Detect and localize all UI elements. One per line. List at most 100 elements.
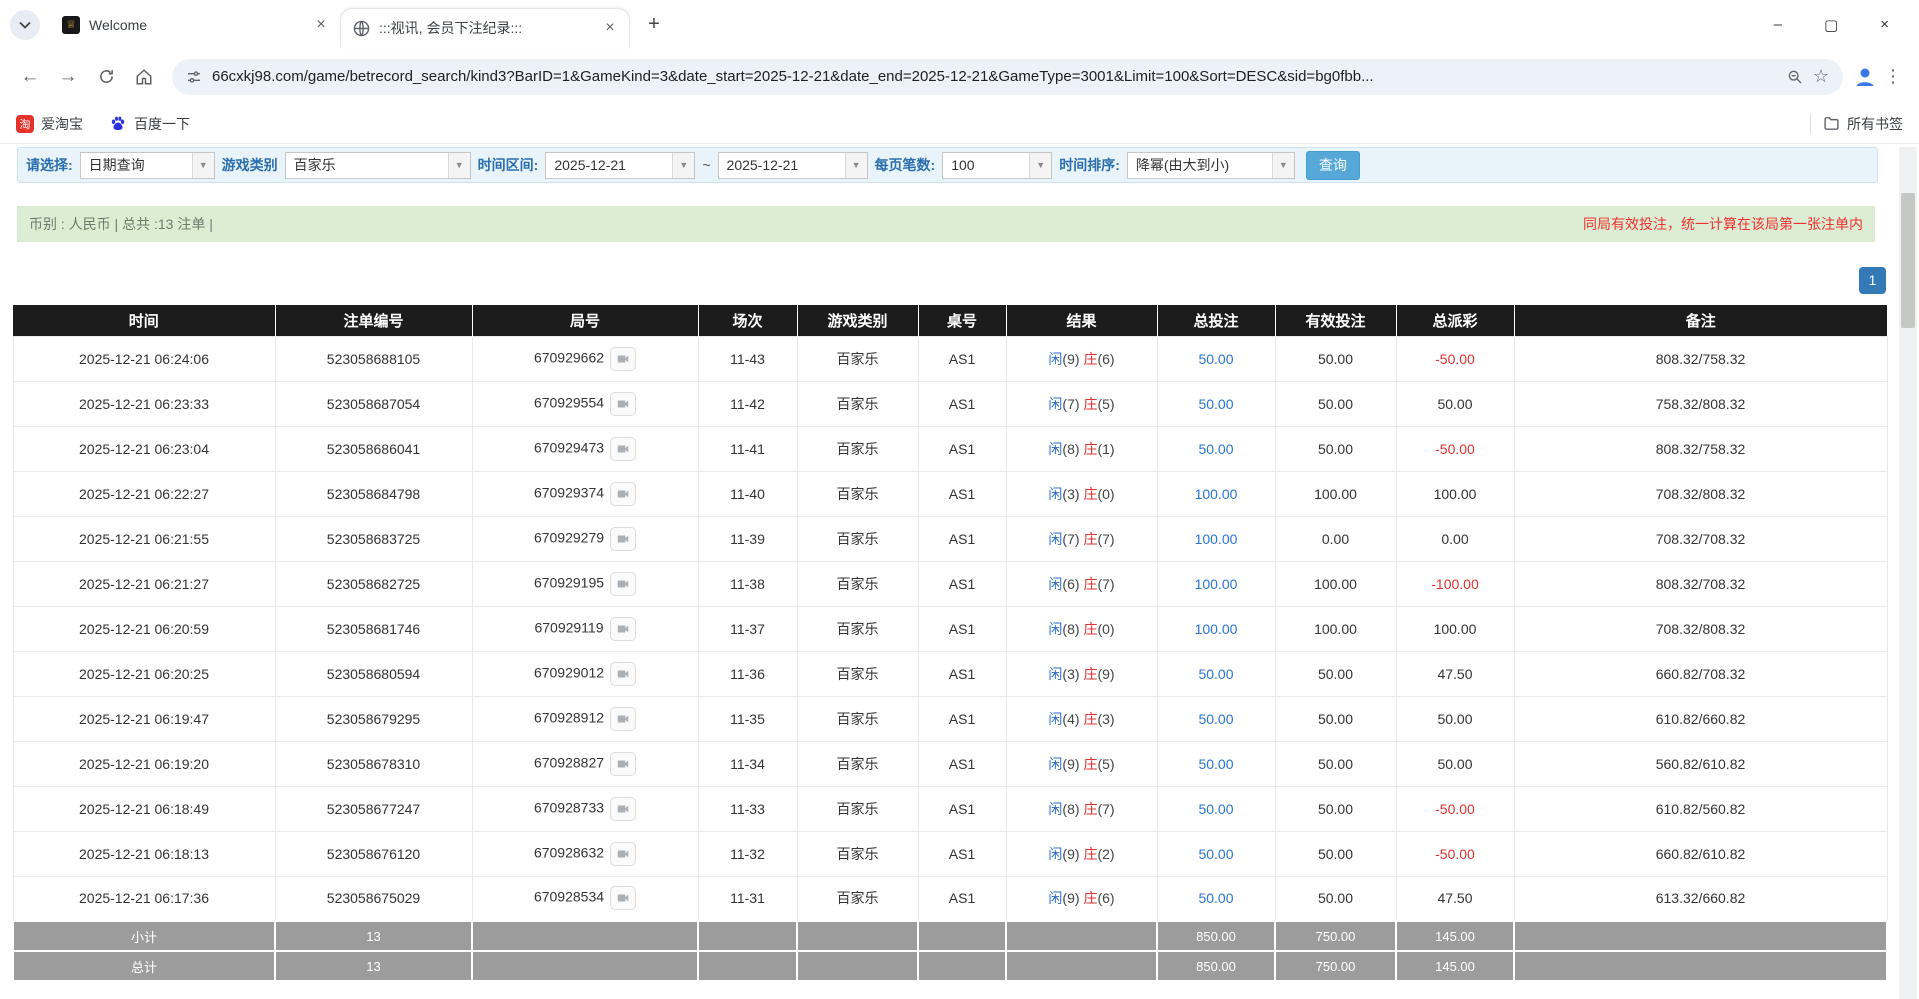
reload-button[interactable] [88,59,124,95]
cell-round: 670928912 [472,696,698,741]
cell-game-type: 百家乐 [797,561,918,606]
date-end-select[interactable]: 2025-12-21 ▼ [718,152,868,179]
cell-table-no: AS1 [918,336,1006,381]
cell-remark: 560.82/610.82 [1514,741,1887,786]
close-tab-icon[interactable]: × [312,16,330,34]
page-1-button[interactable]: 1 [1859,267,1886,294]
cell-valid-bet: 50.00 [1275,426,1396,471]
cell-remark: 660.82/610.82 [1514,831,1887,876]
round-video-icon[interactable] [610,392,636,416]
site-settings-icon[interactable] [186,69,202,85]
round-video-icon[interactable] [610,707,636,731]
cell-valid-bet: 50.00 [1275,741,1396,786]
taobao-icon: 淘 [16,115,34,133]
back-button[interactable]: ← [12,59,48,95]
game-type-label: 游戏类别 [222,155,278,175]
browser-menu-icon[interactable]: ⋮ [1879,66,1907,87]
table-row: 2025-12-21 06:19:20523058678310670928827… [13,741,1887,786]
cell-payout: 100.00 [1396,606,1514,651]
minimize-button[interactable]: – [1774,16,1782,34]
cell-remark: 808.32/708.32 [1514,561,1887,606]
sort-select[interactable]: 降幂(由大到小) ▼ [1127,152,1295,179]
bet-records-table: 时间 注单编号 局号 场次 游戏类别 桌号 结果 总投注 有效投注 总派彩 备注… [12,305,1888,982]
cell-session: 11-41 [698,426,797,471]
bookmark-baidu[interactable]: 百度一下 [109,114,190,134]
cell-session: 11-43 [698,336,797,381]
cell-game-type: 百家乐 [797,651,918,696]
cell-valid-bet: 50.00 [1275,381,1396,426]
close-window-button[interactable]: × [1880,16,1889,34]
round-video-icon[interactable] [610,482,636,506]
cell-valid-bet: 50.00 [1275,651,1396,696]
round-video-icon[interactable] [610,797,636,821]
cell-session: 11-36 [698,651,797,696]
reload-icon [98,68,115,85]
tab-betrecord[interactable]: :::视讯, 会员下注纪录::: × [340,8,630,48]
bookmark-taobao[interactable]: 淘 爱淘宝 [16,114,83,134]
bookmark-label: 百度一下 [134,114,190,134]
cell-session: 11-31 [698,876,797,921]
round-video-icon[interactable] [610,617,636,641]
cell-round: 670928827 [472,741,698,786]
page-size-label: 每页笔数: [875,155,936,175]
header-result: 结果 [1006,305,1157,336]
cell-bet-id: 523058688105 [275,336,472,381]
home-button[interactable] [126,59,162,95]
cell-round: 670929195 [472,561,698,606]
all-bookmarks[interactable]: 所有书签 [1823,114,1903,134]
round-video-icon[interactable] [610,527,636,551]
maximize-button[interactable]: ▢ [1824,16,1838,34]
page-size-select[interactable]: 100 ▼ [942,152,1052,179]
tab-welcome[interactable]: ♕ Welcome × [50,6,340,44]
bookmark-star-icon[interactable]: ☆ [1813,66,1829,87]
bookmarks-bar: 淘 爱淘宝 百度一下 所有书签 [0,104,1919,144]
summary-payout: 145.00 [1396,951,1514,981]
cell-remark: 610.82/660.82 [1514,696,1887,741]
round-video-icon[interactable] [610,752,636,776]
url-bar[interactable]: 66cxkj98.com/game/betrecord_search/kind3… [172,59,1843,95]
close-tab-icon[interactable]: × [601,19,619,37]
round-video-icon[interactable] [610,347,636,371]
cell-bet-id: 523058684798 [275,471,472,516]
cell-time: 2025-12-21 06:20:25 [13,651,275,696]
cell-session: 11-42 [698,381,797,426]
cell-session: 11-37 [698,606,797,651]
table-row: 2025-12-21 06:18:13523058676120670928632… [13,831,1887,876]
header-total-bet: 总投注 [1157,305,1275,336]
bookmarks-divider [1810,114,1811,134]
table-row: 2025-12-21 06:24:06523058688105670929662… [13,336,1887,381]
search-button[interactable]: 查询 [1306,151,1360,180]
date-start-select[interactable]: 2025-12-21 ▼ [545,152,695,179]
tab-title: Welcome [89,17,303,33]
cell-remark: 613.32/660.82 [1514,876,1887,921]
round-video-icon[interactable] [610,572,636,596]
summary-count: 13 [275,951,472,981]
round-video-icon[interactable] [610,437,636,461]
table-row: 2025-12-21 06:23:04523058686041670929473… [13,426,1887,471]
header-bet-id: 注单编号 [275,305,472,336]
query-type-select[interactable]: 日期查询 ▼ [80,152,215,179]
cell-remark: 708.32/808.32 [1514,606,1887,651]
new-tab-button[interactable]: + [640,11,668,39]
zoom-icon[interactable] [1787,69,1803,85]
cell-valid-bet: 50.00 [1275,876,1396,921]
summary-label: 小计 [13,921,275,951]
round-video-icon[interactable] [610,886,636,910]
tab-search-button[interactable] [10,10,40,40]
cell-time: 2025-12-21 06:17:36 [13,876,275,921]
page-content: 请选择: 日期查询 ▼ 游戏类别 百家乐 ▼ 时间区间: 2025-12-21 … [0,147,1919,999]
profile-avatar[interactable] [1853,65,1877,89]
round-video-icon[interactable] [610,662,636,686]
round-video-icon[interactable] [610,842,636,866]
cell-round: 670928733 [472,786,698,831]
url-text[interactable]: 66cxkj98.com/game/betrecord_search/kind3… [212,68,1777,85]
cell-round: 670929662 [472,336,698,381]
page-scrollbar[interactable] [1899,147,1917,999]
scrollbar-thumb[interactable] [1901,193,1915,328]
cell-bet-id: 523058687054 [275,381,472,426]
forward-button[interactable]: → [50,59,86,95]
cell-table-no: AS1 [918,426,1006,471]
game-type-select[interactable]: 百家乐 ▼ [285,152,471,179]
table-body: 2025-12-21 06:24:06523058688105670929662… [13,336,1887,981]
folder-icon [1823,115,1840,132]
